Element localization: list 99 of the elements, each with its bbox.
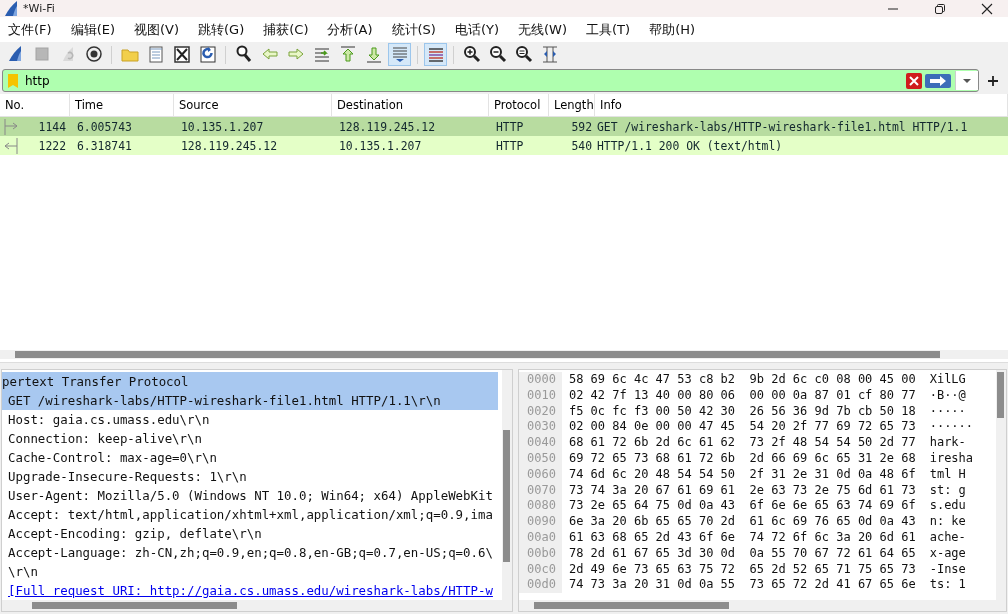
hex-bytes: 69 72 65 73 68 61 72 6b 2d 66 69 6c 65 31 2e 68 [567, 451, 917, 467]
table-cell: HTTP [496, 119, 524, 134]
clear-icon[interactable] [906, 72, 922, 89]
tree-item[interactable]: Host: gaia.cs.umass.edu\r\n [2, 410, 498, 429]
hex-bytes: f5 0c fc f3 00 50 42 30 26 56 36 9d 7b cb 50 18 [567, 403, 917, 420]
plus-icon[interactable] [988, 75, 998, 86]
column-header[interactable]: Info [595, 94, 1008, 116]
splitter-handle[interactable] [0, 362, 1008, 369]
table-cell: HTTP [496, 138, 524, 153]
table-cell: 128.119.245.12 [339, 119, 435, 134]
column-header[interactable]: Protocol [489, 94, 549, 116]
offset: 0080 [519, 498, 562, 515]
ascii-text: ····· [929, 403, 967, 420]
ascii-text: iresha [929, 451, 974, 467]
ascii-text: -Inse [929, 561, 967, 578]
colored-lines-icon[interactable] [424, 43, 447, 66]
table-cell: GET /wireshark-labs/HTTP-wireshark-file1.html HTTP/1.1 [597, 119, 968, 134]
hex-bytes: 78 2d 61 67 65 3d 30 0d 0a 55 70 67 72 61 64 65 [567, 545, 917, 562]
table-cell: 1222 [38, 138, 66, 153]
hex-bytes: 68 61 72 6b 2d 6c 61 62 73 2f 48 54 54 50 2d 77 [567, 435, 917, 451]
offset: 0000 [519, 372, 562, 388]
ascii-text: s.edu [929, 498, 967, 515]
offset: 00d0 [519, 577, 562, 594]
hex-bytes: 74 6d 6c 20 48 54 54 50 2f 31 2e 31 0d 0a 48 6f [567, 466, 917, 483]
hex-bytes: 02 42 7f 13 40 00 80 06 00 00 0a 87 01 cf 80 77 [567, 387, 917, 404]
autoscroll-icon[interactable] [388, 43, 411, 66]
table-cell: 6.318741 [77, 138, 132, 153]
table-cell: 10.135.1.207 [181, 119, 264, 134]
table-cell: 6.005743 [77, 119, 132, 134]
table-cell: 128.119.245.12 [181, 138, 277, 153]
tree-item[interactable]: pertext Transfer Protocol [2, 372, 498, 391]
menu-item[interactable]: 编辑(E) [64, 18, 121, 41]
menu-item[interactable]: 跳转(G) [192, 18, 251, 41]
scrollbar[interactable] [519, 600, 1006, 611]
hex-bytes: 74 73 3a 20 31 0d 0a 55 73 65 72 2d 41 67 65 6e [567, 577, 917, 594]
close-icon[interactable] [981, 2, 993, 15]
link[interactable]: [Full request URI: http://gaia.cs.umass.edu/wireshark-labs/HTTP-w [2, 581, 498, 600]
offset: 0090 [519, 514, 562, 530]
offset: 0030 [519, 419, 562, 436]
table-cell: 592 [571, 119, 592, 134]
menu-item[interactable]: 捕获(C) [257, 18, 315, 41]
ascii-text: ·B··@ [929, 387, 967, 404]
filter-input[interactable]: http [25, 71, 906, 90]
ascii-text: tml H [929, 466, 967, 483]
restore-icon[interactable] [934, 2, 946, 15]
caret-icon[interactable] [955, 71, 978, 90]
column-header[interactable]: Length [549, 94, 595, 116]
ascii-text: XilLG [929, 372, 967, 388]
tree-item[interactable]: Accept-Language: zh-CN,zh;q=0.9,en;q=0.8,en-GB;q=0.7,en-US;q=0.6\ [2, 543, 498, 562]
menu-item[interactable]: 文件(F) [2, 18, 58, 41]
column-header[interactable]: Time [70, 94, 174, 116]
packet-row[interactable]: 1222 6.318741 128.119.245.12 10.135.1.207 HTTP 540 HTTP/1.1 200 OK (text/html) [0, 136, 1008, 155]
window-title: *Wi-Fi [23, 2, 55, 15]
left-arrow-icon [2, 136, 20, 155]
right-arrow-icon [2, 117, 20, 136]
ascii-text: hark- [929, 435, 967, 451]
filter-field[interactable]: http [2, 69, 979, 92]
hex-bytes: 73 74 3a 20 67 61 69 61 2e 63 73 2e 75 6d 61 73 [567, 482, 917, 499]
menu-item[interactable]: 无线(W) [512, 18, 574, 41]
offset: 0040 [519, 435, 562, 451]
hex-bytes: 58 69 6c 4c 47 53 c8 b2 9b 2d 6c c0 08 00 45 00 [567, 372, 917, 388]
table-cell: 10.135.1.207 [339, 138, 422, 153]
column-header[interactable]: Destination [332, 94, 489, 116]
menu-item[interactable]: 电话(Y) [448, 18, 506, 41]
tree-item[interactable]: GET /wireshark-labs/HTTP-wireshark-file1.html HTTP/1.1\r\n [2, 391, 498, 410]
scrollbar[interactable] [0, 350, 1008, 359]
menu-item[interactable]: 工具(T) [580, 18, 637, 41]
tree-item[interactable]: Connection: keep-alive\r\n [2, 429, 498, 448]
tree-item[interactable]: \r\n [2, 562, 498, 581]
scrollbar[interactable] [2, 600, 512, 611]
ascii-text: ts: 1 [929, 577, 967, 594]
tree-item[interactable]: Cache-Control: max-age=0\r\n [2, 448, 498, 467]
menu-item[interactable]: 视图(V) [128, 18, 186, 41]
ascii-text: n: ke [929, 514, 967, 530]
hex-bytes: 6e 3a 20 6b 65 65 70 2d 61 6c 69 76 65 0d 0a 43 [567, 514, 917, 530]
shark-fin-icon [3, 0, 19, 17]
hex-bytes: 61 63 68 65 2d 43 6f 6e 74 72 6f 6c 3a 20 6d 61 [567, 529, 917, 546]
ascii-text: x-age [929, 545, 967, 562]
hex-bytes: 73 2e 65 64 75 0d 0a 43 6f 6e 6e 65 63 74 69 6f [567, 498, 917, 515]
scrollbar[interactable] [502, 370, 512, 601]
hex-bytes: 2d 49 6e 73 65 63 75 72 65 2d 52 65 71 75 65 73 [567, 561, 917, 578]
tree-item[interactable]: User-Agent: Mozilla/5.0 (Windows NT 10.0; Win64; x64) AppleWebKit [2, 486, 498, 505]
table-cell: 540 [571, 138, 592, 153]
menu-item[interactable]: 帮助(H) [643, 18, 702, 41]
table-cell: 1144 [38, 119, 66, 134]
menu-item[interactable]: 分析(A) [321, 18, 379, 41]
table-cell: HTTP/1.1 200 OK (text/html) [597, 138, 783, 153]
tree-item[interactable]: Upgrade-Insecure-Requests: 1\r\n [2, 467, 498, 486]
tree-item[interactable]: Accept-Encoding: gzip, deflate\r\n [2, 524, 498, 543]
packet-row[interactable]: 1144 6.005743 10.135.1.207 128.119.245.12 HTTP 592 GET /wireshark-labs/HTTP-wireshark-file1.html HTTP/1.1 [0, 117, 1008, 136]
scrollbar[interactable] [996, 370, 1006, 601]
ascii-text: ······ [929, 419, 974, 436]
menu-item[interactable]: 统计(S) [385, 18, 442, 41]
ascii-text: ache- [929, 529, 967, 546]
column-header[interactable]: No. [0, 94, 70, 116]
ascii-text: st: g [929, 482, 967, 499]
column-header[interactable]: Source [174, 94, 332, 116]
tree-item[interactable]: Accept: text/html,application/xhtml+xml,application/xml;q=0.9,ima [2, 505, 498, 524]
hex-bytes: 02 00 84 0e 00 00 47 45 54 20 2f 77 69 72 65 73 [567, 419, 917, 436]
